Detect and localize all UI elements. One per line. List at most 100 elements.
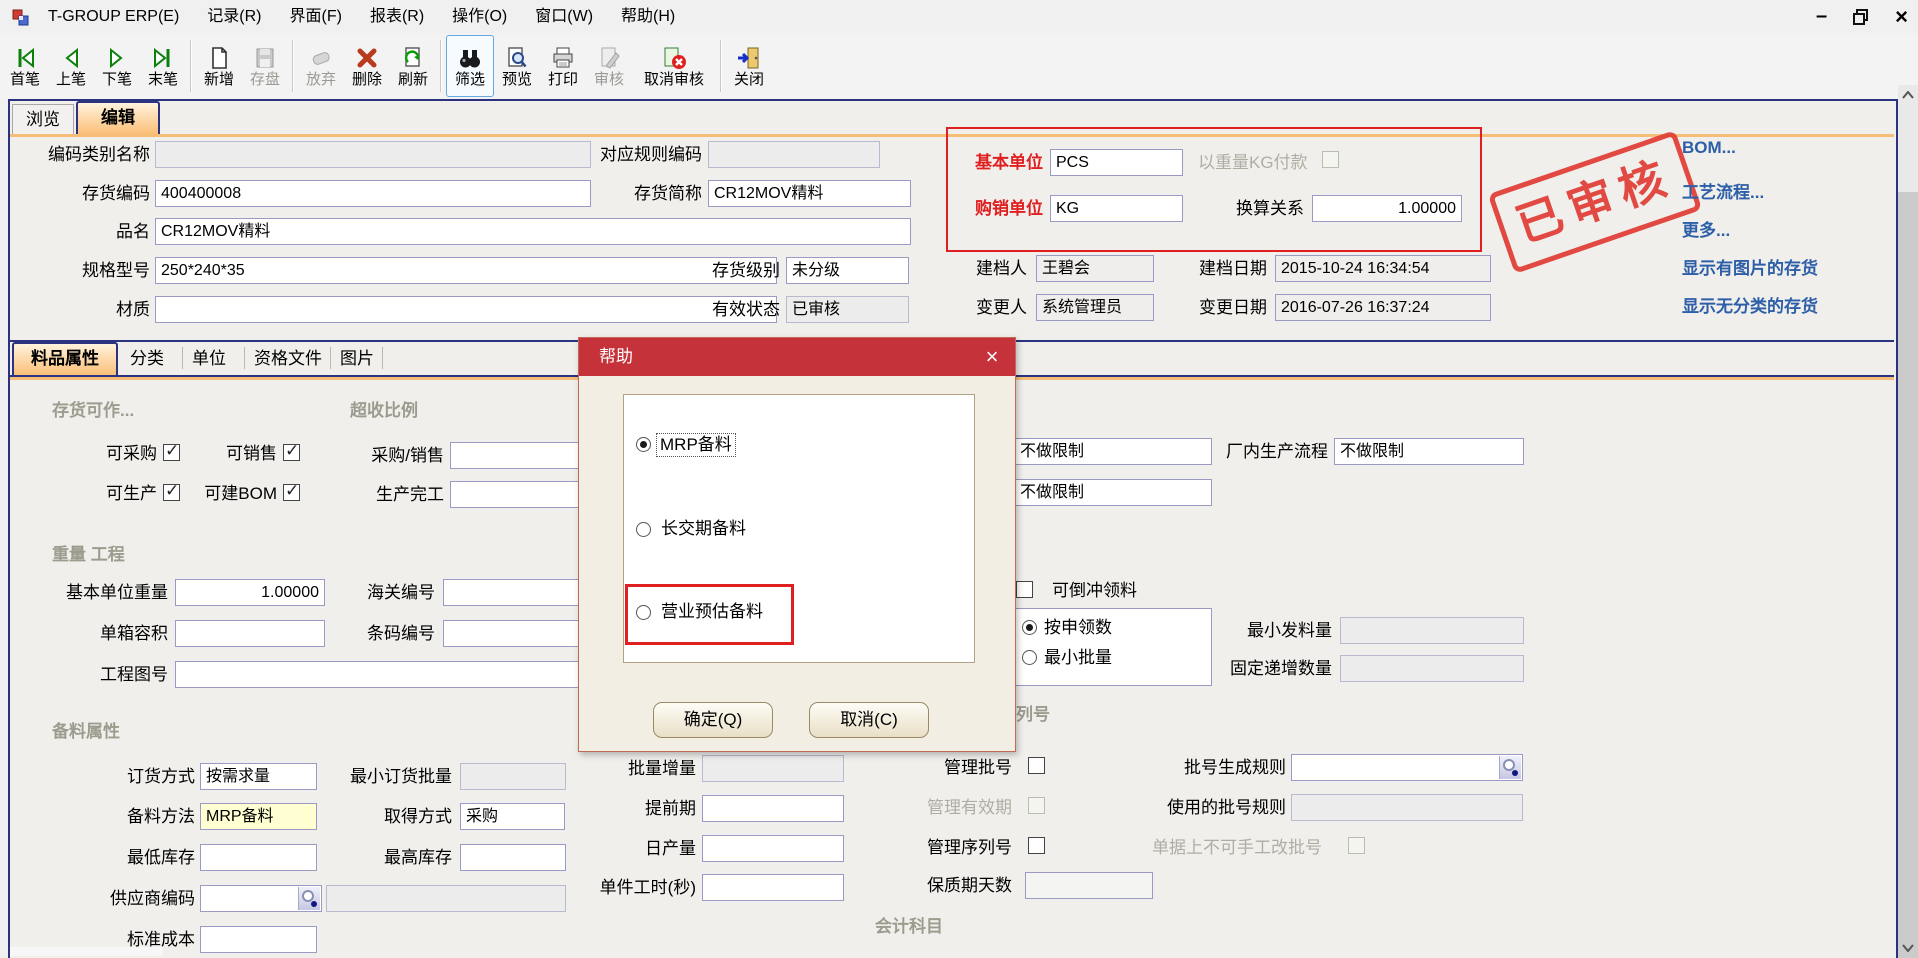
subtab-item-props[interactable]: 料品属性 <box>12 342 118 375</box>
dialog-close-icon[interactable]: × <box>975 338 1009 376</box>
option-mrp-radio[interactable] <box>636 437 651 452</box>
shelf-life-field[interactable] <box>1025 872 1153 899</box>
drawing-field[interactable] <box>175 661 605 688</box>
std-cost-field[interactable] <box>200 926 317 953</box>
subtab-qualification[interactable]: 资格文件 <box>254 349 322 369</box>
close-window-icon[interactable]: × <box>1895 4 1908 30</box>
print-button[interactable]: 打印 <box>540 36 586 96</box>
can-purchase-checkbox[interactable] <box>163 444 180 461</box>
inv-short-field[interactable]: CR12MOV精料 <box>708 180 911 207</box>
conversion-field[interactable]: 1.00000 <box>1312 195 1462 222</box>
cancel-audit-button[interactable]: 取消审核 <box>632 36 716 96</box>
unit-hours-label: 单件工时(秒) <box>582 878 696 898</box>
tab-browse[interactable]: 浏览 <box>12 104 74 134</box>
product-name-field[interactable]: CR12MOV精料 <box>155 218 911 245</box>
base-weight-field[interactable]: 1.00000 <box>175 579 325 606</box>
factory-flow-field[interactable]: 不做限制 <box>1334 438 1524 465</box>
delete-button[interactable]: 删除 <box>344 36 390 96</box>
unit-hours-field[interactable] <box>702 874 844 901</box>
last-record-button[interactable]: 末笔 <box>140 36 186 96</box>
first-record-button[interactable]: 首笔 <box>2 36 48 96</box>
can-sell-checkbox[interactable] <box>283 444 300 461</box>
close-form-button[interactable]: 关闭 <box>726 36 772 96</box>
option-longlead-radio[interactable] <box>636 522 651 537</box>
vertical-scrollbar[interactable] <box>1898 85 1918 958</box>
lead-time-field[interactable] <box>702 795 844 822</box>
by-request-radio[interactable] <box>1022 620 1037 635</box>
refresh-button[interactable]: 刷新 <box>390 36 436 96</box>
menu-help[interactable]: 帮助(H) <box>607 0 689 33</box>
drawing-label: 工程图号 <box>100 665 168 685</box>
scroll-up-icon[interactable] <box>1898 85 1918 105</box>
subtab-separator <box>244 347 245 369</box>
min-batch-radio[interactable] <box>1022 650 1037 665</box>
inv-level-field[interactable]: 未分级 <box>786 257 909 284</box>
restore-icon[interactable] <box>1853 9 1869 25</box>
dialog-cancel-button[interactable]: 取消(C) <box>809 702 929 738</box>
status-field: 已审核 <box>786 296 909 323</box>
order-mode-field[interactable]: 按需求量 <box>200 763 317 790</box>
min-stock-field[interactable] <box>200 844 317 871</box>
option-mrp-label[interactable]: MRP备料 <box>657 434 735 456</box>
material-field[interactable] <box>155 296 777 323</box>
prev-record-button[interactable]: 上笔 <box>48 36 94 96</box>
trade-unit-field[interactable]: KG <box>1050 195 1183 222</box>
acquire-field[interactable]: 采购 <box>460 803 565 830</box>
exit-door-icon <box>736 45 762 71</box>
supplier-field[interactable] <box>200 885 322 912</box>
backflush-checkbox[interactable] <box>1016 581 1033 598</box>
lookup-icon[interactable] <box>298 887 320 910</box>
box-volume-field[interactable] <box>175 620 325 647</box>
manage-batch-checkbox[interactable] <box>1028 757 1045 774</box>
menu-record[interactable]: 记录(R) <box>193 0 275 33</box>
subtab-category[interactable]: 分类 <box>130 349 164 369</box>
menu-operation[interactable]: 操作(O) <box>438 0 521 33</box>
restriction-field-1[interactable]: 不做限制 <box>1014 438 1212 465</box>
code-category-field[interactable] <box>155 141 591 168</box>
subtab-separator <box>382 347 383 369</box>
can-produce-checkbox[interactable] <box>163 484 180 501</box>
bom-link[interactable]: BOM... <box>1682 138 1736 158</box>
max-stock-field[interactable] <box>460 844 566 871</box>
tab-edit[interactable]: 编辑 <box>76 101 160 134</box>
preview-button[interactable]: 预览 <box>494 36 540 96</box>
show-uncategorized-link[interactable]: 显示无分类的存货 <box>1682 292 1818 317</box>
prep-method-label: 备料方法 <box>115 807 195 827</box>
subtab-unit[interactable]: 单位 <box>192 349 226 369</box>
manage-serial-checkbox[interactable] <box>1028 837 1045 854</box>
menu-window[interactable]: 窗口(W) <box>521 0 607 33</box>
more-link[interactable]: 更多... <box>1682 216 1730 241</box>
lookup-icon[interactable] <box>1499 756 1521 779</box>
process-flow-link[interactable]: 工艺流程... <box>1682 178 1764 203</box>
new-button[interactable]: 新增 <box>196 36 242 96</box>
daily-output-field[interactable] <box>702 835 844 862</box>
restriction-field-2[interactable]: 不做限制 <box>1014 479 1212 506</box>
filter-button[interactable]: 筛选 <box>446 35 494 97</box>
option-forecast-radio[interactable] <box>636 605 651 620</box>
toolbar: 首笔 上笔 下笔 末笔 新增 存盘 放弃 删除 <box>0 33 1918 99</box>
spec-field[interactable]: 250*240*35 <box>155 257 777 284</box>
menu-report[interactable]: 报表(R) <box>356 0 438 33</box>
next-record-button[interactable]: 下笔 <box>94 36 140 96</box>
batch-rule-field[interactable] <box>1291 754 1523 781</box>
prep-method-field[interactable]: MRP备料 <box>200 803 317 830</box>
scrollbar-thumb[interactable] <box>1898 192 1918 958</box>
option-longlead-label[interactable]: 长交期备料 <box>661 519 746 539</box>
material-label: 材质 <box>80 300 150 320</box>
can-bom-checkbox[interactable] <box>283 484 300 501</box>
weight-header: 重量 工程 <box>52 540 125 565</box>
subtab-image[interactable]: 图片 <box>340 349 374 369</box>
inv-code-field[interactable]: 400400008 <box>155 180 591 207</box>
dialog-title-bar[interactable]: 帮助 <box>579 338 1015 376</box>
base-unit-field[interactable]: PCS <box>1050 149 1183 176</box>
save-icon <box>252 45 278 71</box>
option-forecast-label[interactable]: 营业预估备料 <box>661 602 763 622</box>
menu-interface[interactable]: 界面(F) <box>276 0 356 33</box>
spec-label: 规格型号 <box>70 261 150 281</box>
dialog-ok-button[interactable]: 确定(Q) <box>653 702 773 738</box>
minimize-icon[interactable]: – <box>1816 5 1827 28</box>
menu-app[interactable]: T-GROUP ERP(E) <box>34 0 193 33</box>
show-with-image-link[interactable]: 显示有图片的存货 <box>1682 254 1818 279</box>
scroll-down-icon[interactable] <box>1898 938 1918 958</box>
menu-bar: T-GROUP ERP(E) 记录(R) 界面(F) 报表(R) 操作(O) 窗… <box>0 0 1918 34</box>
